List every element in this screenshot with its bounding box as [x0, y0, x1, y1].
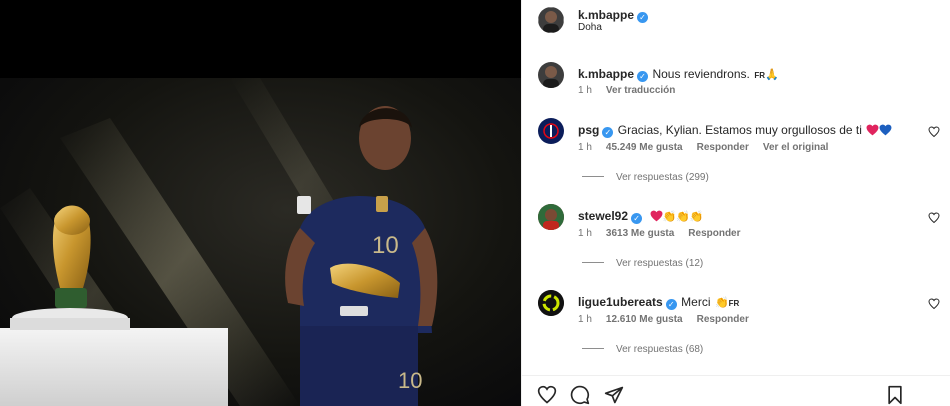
svg-text:10: 10	[398, 368, 422, 393]
comment-item: stewel92 ✓ 👏👏👏 1 h 3613 Me gusta Responder …	[522, 200, 950, 280]
see-original-link[interactable]: Ver el original	[763, 142, 829, 153]
caption-text: Nous reviendrons.	[652, 67, 750, 81]
reply-button[interactable]: Responder	[688, 228, 740, 239]
comment-meta: 1 h 45.249 Me gusta Responder Ver el origin…	[578, 142, 842, 153]
comment-time: 1 h	[578, 314, 592, 325]
comment-line: stewel92 ✓ 👏👏👏	[578, 207, 704, 225]
like-comment-heart-icon[interactable]	[928, 298, 940, 310]
view-replies-label[interactable]: Ver respuestas (12)	[616, 258, 703, 269]
comment-text: Gracias, Kylian. Estamos muy orgullosos …	[617, 123, 862, 137]
comment-line: psg ✓ Gracias, Kylian. Estamos muy orgull…	[578, 121, 892, 139]
verified-icon: ✓	[602, 127, 614, 138]
comment-time: 1 h	[578, 142, 592, 153]
author-avatar[interactable]	[538, 7, 564, 33]
red-heart-icon	[866, 124, 879, 136]
paper-plane-icon[interactable]	[604, 385, 624, 405]
post-action-bar	[522, 375, 950, 406]
caption-line: k.mbappe ✓ Nous reviendrons. FR🙏	[578, 65, 779, 83]
view-replies[interactable]: Ver respuestas (299)	[582, 172, 709, 183]
praying-hands-icon: 🙏	[764, 68, 779, 81]
comment-avatar[interactable]	[538, 118, 564, 144]
comment-meta: 1 h 12.610 Me gusta Responder	[578, 314, 763, 325]
comment-username[interactable]: ligue1ubereats	[578, 295, 663, 309]
comment-likes[interactable]: 12.610 Me gusta	[606, 314, 683, 325]
comment-icon[interactable]	[570, 385, 590, 405]
post-photo: 10 10	[0, 78, 521, 406]
replies-divider	[582, 262, 604, 263]
replies-divider	[582, 176, 604, 177]
verified-icon: ✓	[631, 213, 643, 224]
reply-button[interactable]: Responder	[697, 314, 749, 325]
bookmark-icon[interactable]	[885, 385, 905, 405]
comment-likes[interactable]: 3613 Me gusta	[606, 228, 674, 239]
heart-icon[interactable]	[537, 385, 557, 405]
comment-text: Merci	[681, 295, 711, 309]
comment-meta: 1 h 3613 Me gusta Responder	[578, 228, 755, 239]
like-comment-heart-icon[interactable]	[928, 212, 940, 224]
comment-username[interactable]: stewel92	[578, 209, 628, 223]
comment-line: ligue1ubereats ✓ Merci 👏FR	[578, 293, 739, 311]
comment-avatar[interactable]	[538, 290, 564, 316]
comment-flag: FR	[728, 299, 740, 308]
red-heart-icon	[650, 210, 662, 222]
caption-time: 1 h	[578, 85, 592, 96]
view-replies-label[interactable]: Ver respuestas (299)	[616, 172, 709, 183]
comment-likes[interactable]: 45.249 Me gusta	[606, 142, 683, 153]
view-replies-label[interactable]: Ver respuestas (68)	[616, 344, 703, 355]
caption-meta: 1 h Ver traducción	[578, 85, 689, 96]
comment-time: 1 h	[578, 228, 592, 239]
reply-button[interactable]: Responder	[697, 142, 749, 153]
blue-heart-icon	[879, 124, 892, 136]
verified-icon: ✓	[637, 71, 649, 82]
caption-flag: FR	[754, 71, 765, 80]
verified-icon: ✓	[637, 12, 649, 23]
clapping-hands-icon: 👏	[714, 296, 729, 309]
post-detail-panel: k.mbappe ✓ Doha k.mbappe ✓ Nous reviendron…	[521, 0, 950, 406]
comment-username[interactable]: psg	[578, 123, 599, 137]
comment-avatar[interactable]	[538, 204, 564, 230]
author-username[interactable]: k.mbappe	[578, 8, 634, 22]
like-comment-heart-icon[interactable]	[928, 126, 940, 138]
svg-text:10: 10	[372, 232, 399, 259]
photo-illustration: 10 10	[0, 78, 438, 406]
clapping-hands-icon: 👏👏👏	[662, 210, 704, 223]
caption-row: k.mbappe ✓ Nous reviendrons. FR🙏 1 h Ver t…	[522, 58, 950, 102]
caption-avatar[interactable]	[538, 62, 564, 88]
comment-item: ligue1ubereats ✓ Merci 👏FR 1 h 12.610 Me g…	[522, 286, 950, 366]
post-header: k.mbappe ✓ Doha	[522, 0, 950, 40]
post-location[interactable]: Doha	[578, 22, 602, 33]
post-media[interactable]: 10 10	[0, 0, 521, 406]
view-replies[interactable]: Ver respuestas (12)	[582, 258, 703, 269]
verified-icon: ✓	[665, 299, 677, 310]
comment-item: psg ✓ Gracias, Kylian. Estamos muy orgull…	[522, 114, 950, 194]
see-translation-link[interactable]: Ver traducción	[606, 85, 675, 96]
replies-divider	[582, 348, 604, 349]
view-replies[interactable]: Ver respuestas (68)	[582, 344, 703, 355]
caption-username[interactable]: k.mbappe	[578, 67, 634, 81]
